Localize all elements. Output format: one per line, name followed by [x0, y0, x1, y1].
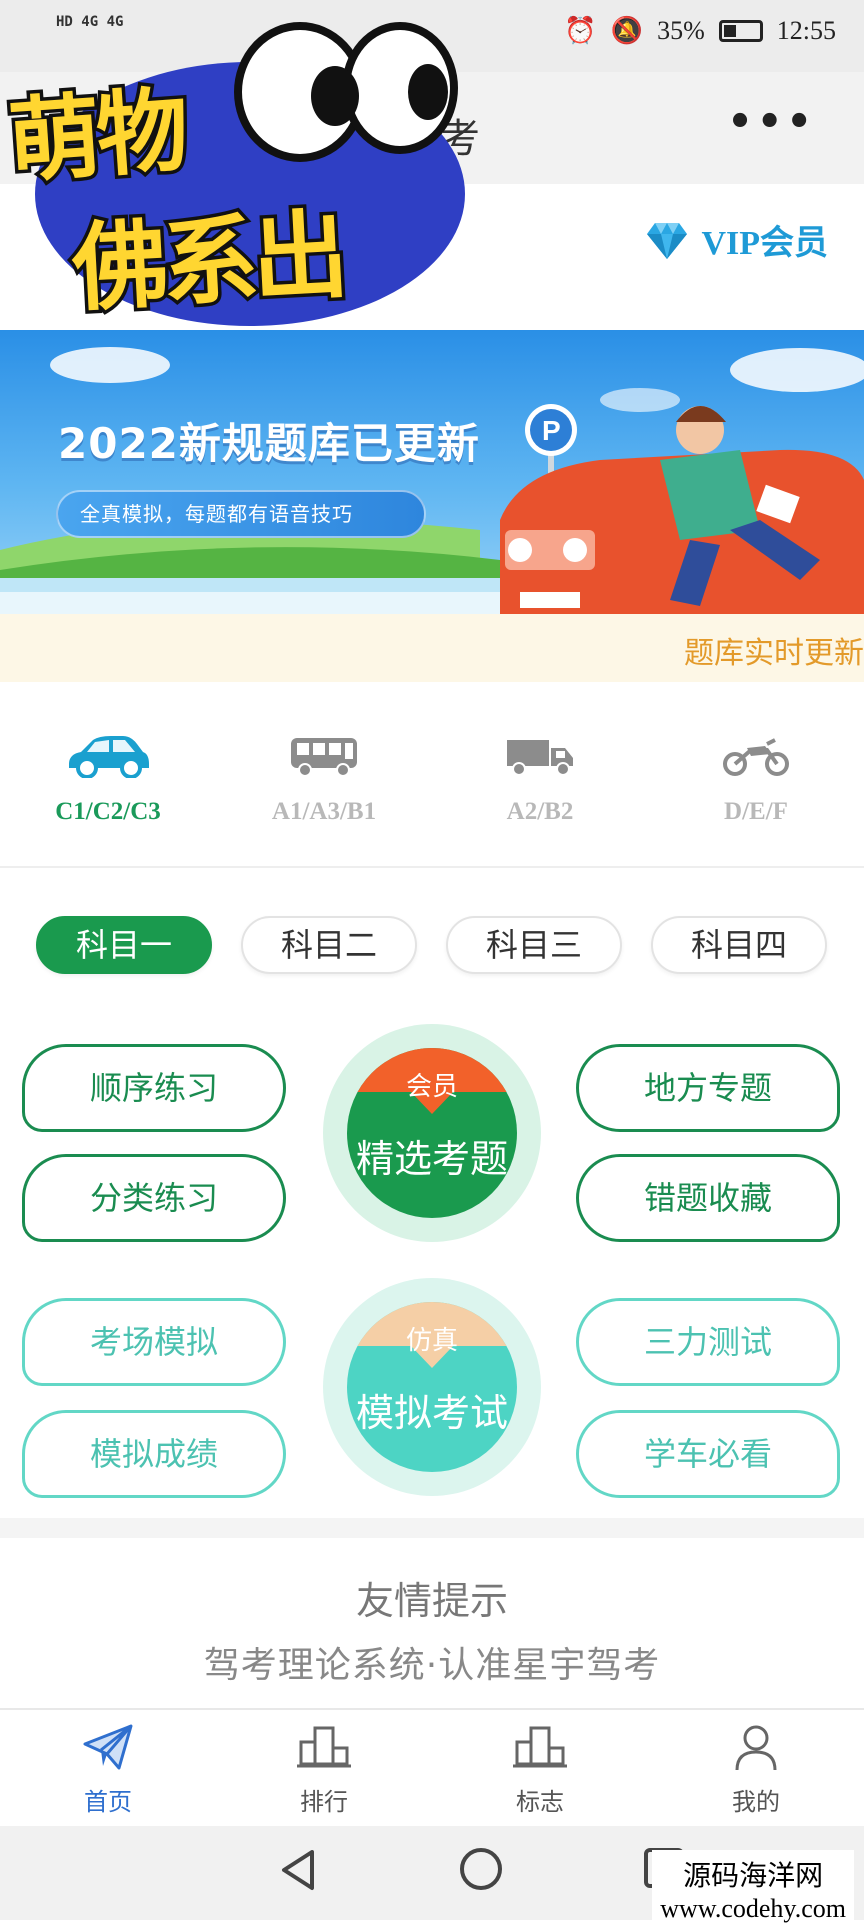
notice-marquee: 题库实时更新	[0, 614, 864, 682]
banner-illustration: P	[0, 347, 864, 614]
vehicle-tab-a1[interactable]: A1/A3/B1	[234, 734, 414, 826]
vip-label: VIP会员	[701, 225, 828, 262]
sticker-line2: 佛系出	[66, 195, 348, 328]
more-horizontal-icon[interactable]: •••	[727, 102, 816, 142]
three-abilities-test-button[interactable]: 三力测试	[576, 1298, 840, 1386]
selected-questions-button[interactable]: 会员 精选考题	[323, 1024, 541, 1242]
vehicle-tab-a2[interactable]: A2/B2	[450, 734, 630, 826]
wrong-questions-button[interactable]: 错题收藏	[576, 1154, 840, 1242]
local-topics-button[interactable]: 地方专题	[576, 1044, 840, 1132]
vehicle-tab-label: A2/B2	[506, 798, 574, 825]
mock-exam-label: 模拟考试	[355, 1391, 508, 1435]
learner-must-see-button[interactable]: 学车必看	[576, 1410, 840, 1498]
podium-icon	[297, 1726, 351, 1768]
subject-tab-1[interactable]: 科目一	[36, 916, 212, 974]
vehicle-tab-label: C1/C2/C3	[55, 798, 161, 825]
sticker-line1: 萌物	[2, 73, 192, 199]
back-icon[interactable]	[276, 1846, 320, 1894]
vip-button[interactable]: VIP会员	[647, 215, 828, 264]
clock: 12:55	[776, 16, 836, 45]
bottom-nav: 首页 排行 标志 我的	[0, 1708, 864, 1826]
car-icon	[69, 736, 149, 779]
user-icon	[735, 1725, 777, 1771]
parking-sign-text: P	[542, 415, 561, 446]
selected-questions-disc: 会员 精选考题	[347, 1048, 517, 1218]
bus-icon	[291, 738, 357, 777]
promo-banner[interactable]: P 2022新规题库已更新 全真模拟，每题都有语音技巧	[0, 330, 864, 614]
exam-room-simulation-button[interactable]: 考场模拟	[22, 1298, 286, 1386]
watermark: 源码海洋网 www.codehy.com	[652, 1850, 854, 1928]
subject-tab-4[interactable]: 科目四	[651, 916, 827, 974]
motorcycle-icon	[723, 738, 789, 776]
subject-tab-3[interactable]: 科目三	[446, 916, 622, 974]
selected-questions-label: 精选考题	[355, 1137, 508, 1181]
mock-exam-button[interactable]: 仿真 模拟考试	[323, 1278, 541, 1496]
watermark-line1: 源码海洋网	[683, 1859, 824, 1892]
nav-label: 我的	[732, 1788, 780, 1816]
divider	[0, 866, 864, 868]
marquee-text: 题库实时更新	[684, 636, 864, 671]
nav-label: 标志	[516, 1788, 564, 1816]
diamond-icon	[647, 222, 688, 259]
status-right: ⏰ 🔕 35% 12:55	[564, 16, 836, 46]
tip-title: 友情提示	[355, 1579, 508, 1623]
member-tag: 会员	[405, 1072, 458, 1102]
mock-scores-button[interactable]: 模拟成绩	[22, 1410, 286, 1498]
nav-mine[interactable]: 我的	[676, 1722, 836, 1817]
vehicle-tab-d[interactable]: D/E/F	[666, 734, 846, 826]
simulation-tag: 仿真	[405, 1326, 458, 1356]
nav-label: 排行	[300, 1788, 348, 1816]
subject-tab-2[interactable]: 科目二	[241, 916, 417, 974]
paper-plane-icon	[83, 1724, 133, 1770]
vehicle-tab-c1[interactable]: C1/C2/C3	[18, 734, 198, 826]
alarm-icon: ⏰	[564, 16, 597, 45]
nav-signs[interactable]: 标志	[460, 1722, 620, 1817]
banner-title: 2022新规题库已更新	[58, 419, 480, 468]
vehicle-tab-label: D/E/F	[724, 798, 788, 825]
nav-ranking[interactable]: 排行	[244, 1722, 404, 1817]
tip-text: 驾考理论系统·认准星宇驾考	[203, 1645, 661, 1686]
vehicle-tab-label: A1/A3/B1	[271, 798, 377, 825]
truck-icon	[507, 740, 573, 776]
sticker-overlay: 萌物 佛系出	[0, 14, 470, 330]
battery-icon	[718, 20, 763, 42]
section-separator	[0, 1518, 864, 1538]
home-circle-icon[interactable]	[458, 1846, 504, 1892]
nav-home[interactable]: 首页	[28, 1722, 188, 1817]
sequence-practice-button[interactable]: 顺序练习	[22, 1044, 286, 1132]
mute-icon: 🔕	[610, 16, 644, 45]
battery-percent: 35%	[657, 16, 705, 45]
mock-exam-disc: 仿真 模拟考试	[347, 1302, 517, 1472]
podium-icon	[513, 1726, 567, 1768]
category-practice-button[interactable]: 分类练习	[22, 1154, 286, 1242]
nav-label: 首页	[84, 1788, 132, 1816]
banner-subtitle: 全真模拟，每题都有语音技巧	[56, 490, 426, 538]
